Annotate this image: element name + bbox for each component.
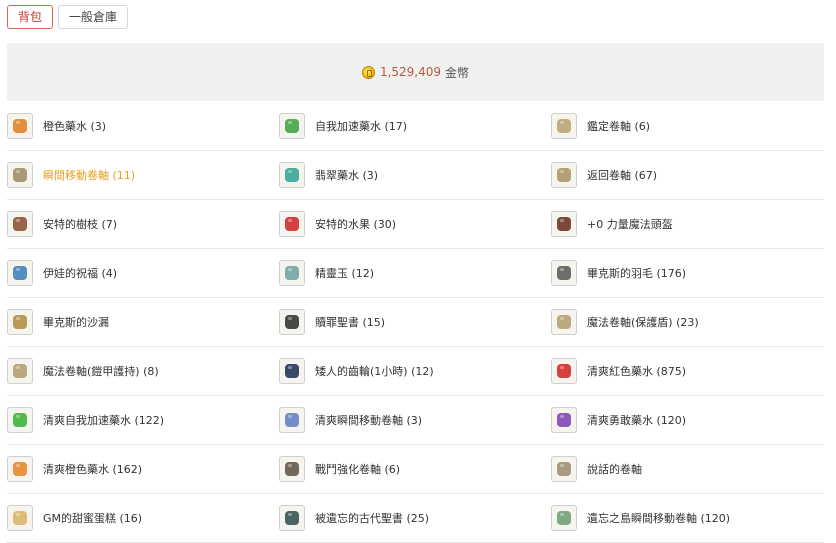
item-label: 魔法卷軸(保護盾) (23) [587, 316, 699, 329]
item-label: 被遺忘的古代聖書 (25) [315, 512, 430, 525]
green-bottle-icon [7, 407, 33, 433]
inventory-item[interactable]: 魔法卷軸(鎧甲護持) (8) [7, 347, 279, 396]
inventory-item[interactable]: 安特的水果 (30) [279, 200, 551, 249]
hourglass-icon [7, 309, 33, 335]
inventory-item[interactable]: 橙色藥水 (3) [7, 102, 279, 151]
item-label: 橙色藥水 (3) [43, 120, 107, 133]
shield-scroll-icon [551, 309, 577, 335]
item-label: 精靈玉 (12) [315, 267, 375, 280]
tab-inventory[interactable]: 背包 [7, 5, 54, 29]
item-label: +0 力量魔法頭盔 [587, 218, 673, 231]
red-potion-icon [551, 358, 577, 384]
item-label: 鑑定卷軸 (6) [587, 120, 651, 133]
inventory-item[interactable]: 贖罪聖書 (15) [279, 298, 551, 347]
item-label: 安特的水果 (30) [315, 218, 397, 231]
inventory-item[interactable]: 畢克斯的沙漏 [7, 298, 279, 347]
apple-icon [279, 211, 305, 237]
combat-scroll-icon [279, 456, 305, 482]
helmet-icon [551, 211, 577, 237]
inventory-item[interactable]: 翡翠藥水 (3) [279, 151, 551, 200]
inventory-item[interactable]: GM的甜蜜蛋糕 (16) [7, 494, 279, 543]
return-scroll-icon [551, 162, 577, 188]
item-label: 清爽橙色藥水 (162) [43, 463, 143, 476]
talking-scroll-icon [551, 456, 577, 482]
inventory-item[interactable]: 矮人的齒輪(1小時) (12) [279, 347, 551, 396]
inventory-item[interactable]: 鑑定卷軸 (6) [551, 102, 824, 151]
dark-book-icon [279, 309, 305, 335]
item-label: 矮人的齒輪(1小時) (12) [315, 365, 434, 378]
item-label: 說話的卷軸 [587, 463, 642, 476]
identify-scroll-icon [551, 113, 577, 139]
item-label: 翡翠藥水 (3) [315, 169, 379, 182]
inventory-item[interactable]: 魔法卷軸(保護盾) (23) [551, 298, 824, 347]
purple-potion-icon [551, 407, 577, 433]
inventory-grid: 橙色藥水 (3) 自我加速藥水 (17) 鑑定卷軸 (6) 瞬間移動卷軸 (11) 翡翠… [7, 102, 824, 543]
inventory-item[interactable]: 戰鬥強化卷軸 (6) [279, 445, 551, 494]
item-label: 畢克斯的羽毛 (176) [587, 267, 687, 280]
inventory-item[interactable]: 瞬間移動卷軸 (11) [7, 151, 279, 200]
coin-icon [361, 65, 375, 79]
inventory-item[interactable]: 伊娃的祝福 (4) [7, 249, 279, 298]
blue-scroll-icon [279, 407, 305, 433]
orange-potion-icon [7, 113, 33, 139]
item-label: 自我加速藥水 (17) [315, 120, 408, 133]
item-label: 清爽自我加速藥水 (122) [43, 414, 165, 427]
tab-storage[interactable]: 一般倉庫 [58, 5, 129, 29]
inventory-item[interactable]: 被遺忘的古代聖書 (25) [279, 494, 551, 543]
emerald-potion-icon [279, 162, 305, 188]
inventory-item[interactable]: 清爽橙色藥水 (162) [7, 445, 279, 494]
inventory-item[interactable]: +0 力量魔法頭盔 [551, 200, 824, 249]
inventory-item[interactable]: 精靈玉 (12) [279, 249, 551, 298]
spirit-gem-icon [279, 260, 305, 286]
item-label: 返回卷軸 (67) [587, 169, 658, 182]
inventory-item[interactable]: 返回卷軸 (67) [551, 151, 824, 200]
inventory-item[interactable]: 清爽紅色藥水 (875) [551, 347, 824, 396]
inventory-item[interactable]: 自我加速藥水 (17) [279, 102, 551, 151]
inventory-item[interactable]: 遺忘之島瞬間移動卷軸 (120) [551, 494, 824, 543]
item-label: 遺忘之島瞬間移動卷軸 (120) [587, 512, 731, 525]
teleport-scroll-icon [7, 162, 33, 188]
feather-wreath-icon [551, 260, 577, 286]
gold-amount: 1,529,409 [379, 65, 442, 79]
item-label: 畢克斯的沙漏 [43, 316, 109, 329]
orange-bottle-icon [7, 456, 33, 482]
inventory-item[interactable]: 清爽勇敢藥水 (120) [551, 396, 824, 445]
branch-icon [7, 211, 33, 237]
armor-scroll-icon [7, 358, 33, 384]
blessing-vial-icon [7, 260, 33, 286]
item-label: 魔法卷軸(鎧甲護持) (8) [43, 365, 159, 378]
item-label: 清爽勇敢藥水 (120) [587, 414, 687, 427]
item-label: 伊娃的祝福 (4) [43, 267, 118, 280]
tab-bar: 背包 一般倉庫 [7, 5, 129, 29]
inventory-item[interactable]: 說話的卷軸 [551, 445, 824, 494]
ancient-book-icon [279, 505, 305, 531]
item-label: 安特的樹枝 (7) [43, 218, 118, 231]
gold-summary: 1,529,409 金幣 [7, 43, 824, 101]
item-label: 瞬間移動卷軸 (11) [43, 169, 136, 182]
green-potion-icon [279, 113, 305, 139]
inventory-item[interactable]: 清爽自我加速藥水 (122) [7, 396, 279, 445]
item-label: 戰鬥強化卷軸 (6) [315, 463, 401, 476]
gold-unit: 金幣 [445, 65, 470, 80]
island-scroll-icon [551, 505, 577, 531]
item-label: 清爽紅色藥水 (875) [587, 365, 687, 378]
inventory-item[interactable]: 清爽瞬間移動卷軸 (3) [279, 396, 551, 445]
item-label: 贖罪聖書 (15) [315, 316, 386, 329]
cake-icon [7, 505, 33, 531]
gear-icon [279, 358, 305, 384]
item-label: GM的甜蜜蛋糕 (16) [43, 512, 143, 525]
inventory-item[interactable]: 畢克斯的羽毛 (176) [551, 249, 824, 298]
item-label: 清爽瞬間移動卷軸 (3) [315, 414, 423, 427]
inventory-item[interactable]: 安特的樹枝 (7) [7, 200, 279, 249]
